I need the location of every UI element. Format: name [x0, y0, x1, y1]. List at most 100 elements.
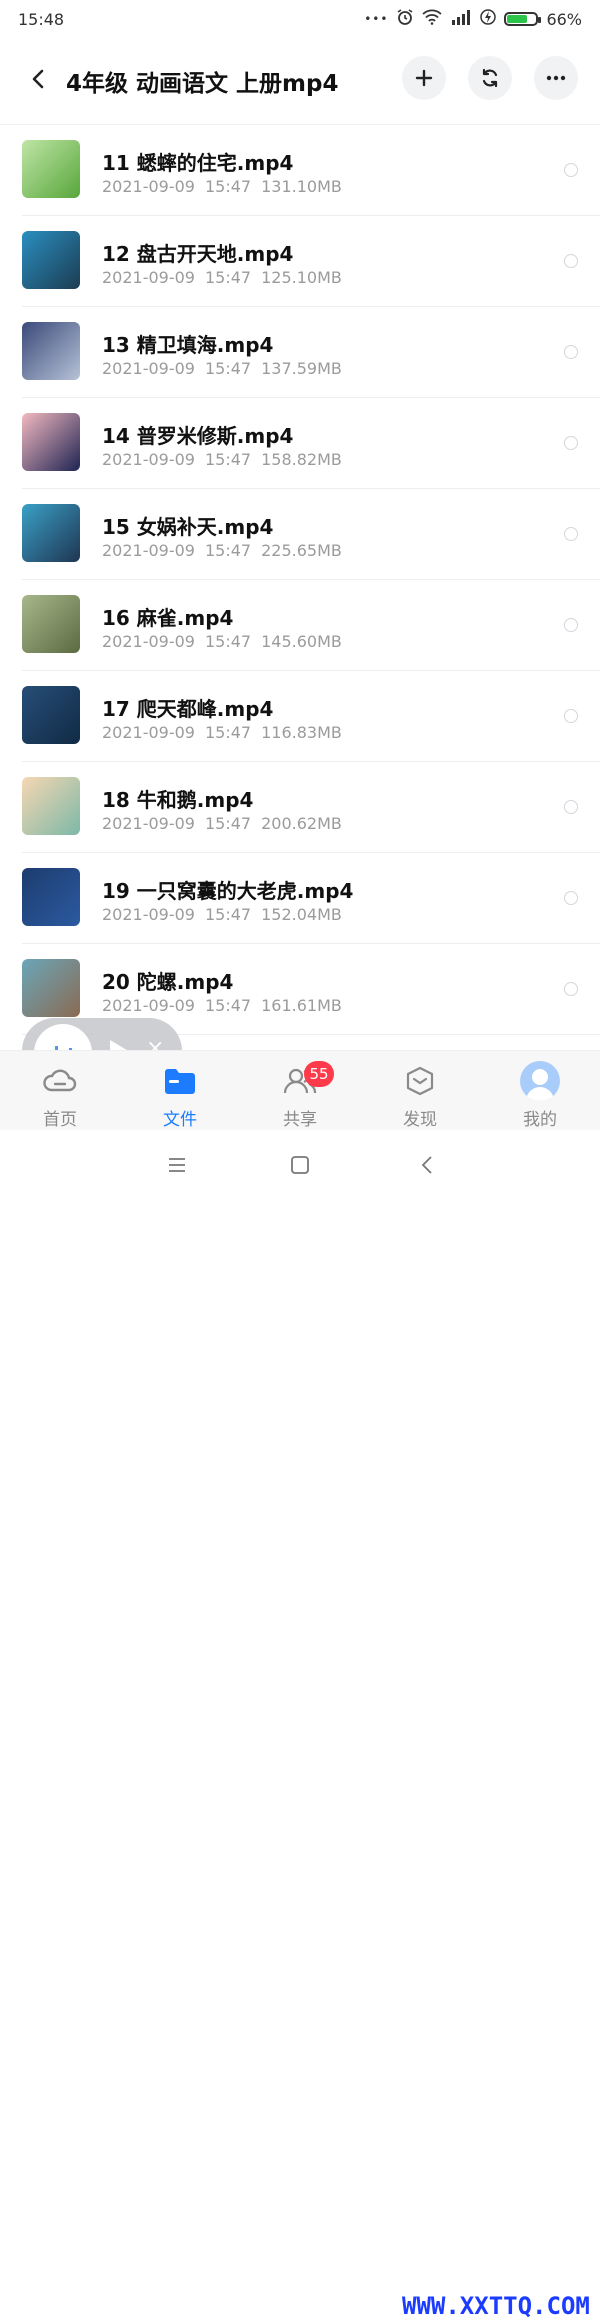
- tab-3[interactable]: 发现: [360, 1061, 480, 1130]
- file-name: 15 女娲补天.mp4: [102, 515, 274, 539]
- select-radio[interactable]: [564, 982, 578, 996]
- notification-badge: 55: [304, 1061, 334, 1087]
- people-icon: [240, 1061, 360, 1101]
- select-radio[interactable]: [564, 891, 578, 905]
- file-name: 12 盘古开天地.mp4: [102, 242, 294, 266]
- watermark-text: WWW.XXTTQ.COM: [402, 2292, 590, 2320]
- video-thumbnail: [22, 504, 80, 562]
- refresh-button[interactable]: [468, 56, 512, 100]
- home-square-icon[interactable]: [285, 1152, 315, 1178]
- tab-0[interactable]: 首页: [0, 1061, 120, 1130]
- more-dots-icon: [546, 75, 566, 81]
- page-title: 4年级 动画语文 上册mp4: [66, 71, 339, 97]
- file-name: 18 牛和鹅.mp4: [102, 788, 254, 812]
- file-name: 19 一只窝囊的大老虎.mp4: [102, 879, 354, 903]
- select-radio[interactable]: [564, 163, 578, 177]
- file-name: 16 麻雀.mp4: [102, 606, 234, 630]
- file-row[interactable]: 17 爬天都峰.mp4 2021-09-09 15:47 116.83MB: [0, 671, 600, 762]
- file-size: 161.61MB: [261, 996, 342, 1015]
- file-date: 2021-09-09: [102, 359, 195, 378]
- file-date: 2021-09-09: [102, 996, 195, 1015]
- file-size: 225.65MB: [261, 541, 342, 560]
- tab-1[interactable]: 文件: [120, 1061, 240, 1130]
- file-size: 152.04MB: [261, 905, 342, 924]
- file-row[interactable]: 12 盘古开天地.mp4 2021-09-09 15:47 125.10MB: [0, 216, 600, 307]
- file-row[interactable]: 19 一只窝囊的大老虎.mp4 2021-09-09 15:47 152.04MB: [0, 853, 600, 944]
- select-radio[interactable]: [564, 345, 578, 359]
- file-name: 14 普罗米修斯.mp4: [102, 424, 294, 448]
- folder-icon: [120, 1061, 240, 1101]
- select-radio[interactable]: [564, 527, 578, 541]
- cube-icon: [360, 1061, 480, 1101]
- file-time: 15:47: [204, 632, 252, 651]
- nav-back-icon[interactable]: [412, 1152, 442, 1178]
- file-time: 15:47: [204, 905, 252, 924]
- back-button[interactable]: [22, 62, 56, 96]
- file-time: 15:47: [204, 814, 252, 833]
- tab-label: 文件: [163, 1110, 197, 1130]
- file-meta: 2021-09-09 15:47 152.04MB: [102, 905, 352, 924]
- file-meta: 2021-09-09 15:47 225.65MB: [102, 541, 352, 560]
- status-icons: ••• 66%: [364, 8, 582, 30]
- status-bar: 15:48 ••• 66%: [0, 0, 600, 38]
- select-radio[interactable]: [564, 709, 578, 723]
- file-row[interactable]: 11 蟋蟀的住宅.mp4 2021-09-09 15:47 131.10MB: [0, 125, 600, 216]
- file-name: 11 蟋蟀的住宅.mp4: [102, 151, 294, 175]
- file-meta: 2021-09-09 15:47 145.60MB: [102, 632, 352, 651]
- file-row[interactable]: 16 麻雀.mp4 2021-09-09 15:47 145.60MB: [0, 580, 600, 671]
- file-date: 2021-09-09: [102, 905, 195, 924]
- file-row[interactable]: 18 牛和鹅.mp4 2021-09-09 15:47 200.62MB: [0, 762, 600, 853]
- select-radio[interactable]: [564, 800, 578, 814]
- tab-label: 发现: [403, 1110, 437, 1130]
- file-row[interactable]: 14 普罗米修斯.mp4 2021-09-09 15:47 158.82MB: [0, 398, 600, 489]
- file-time: 15:47: [204, 723, 252, 742]
- wifi-icon: [422, 9, 443, 29]
- chevron-left-icon: [32, 69, 44, 89]
- plus-icon: [415, 69, 433, 87]
- file-date: 2021-09-09: [102, 450, 195, 469]
- menu-icon[interactable]: [162, 1152, 192, 1178]
- file-row[interactable]: 15 女娲补天.mp4 2021-09-09 15:47 225.65MB: [0, 489, 600, 580]
- cloud-icon: [0, 1061, 120, 1101]
- bottom-tab-bar: 首页 文件 共享 55 发现 我的: [0, 1050, 600, 1131]
- tab-label: 我的: [523, 1110, 557, 1130]
- tab-label: 共享: [283, 1110, 317, 1130]
- notification-dots: •••: [364, 12, 389, 26]
- add-button[interactable]: [402, 56, 446, 100]
- file-size: 125.10MB: [261, 268, 342, 287]
- file-size: 158.82MB: [261, 450, 342, 469]
- battery-text: 66%: [546, 9, 582, 29]
- avatar: [520, 1061, 560, 1101]
- file-date: 2021-09-09: [102, 177, 195, 196]
- file-meta: 2021-09-09 15:47 158.82MB: [102, 450, 352, 469]
- tab-2[interactable]: 共享 55: [240, 1061, 360, 1130]
- file-row[interactable]: 13 精卫填海.mp4 2021-09-09 15:47 137.59MB: [0, 307, 600, 398]
- file-name: 20 陀螺.mp4: [102, 970, 234, 994]
- file-name: 13 精卫填海.mp4: [102, 333, 274, 357]
- alarm-icon: [396, 8, 414, 30]
- select-radio[interactable]: [564, 618, 578, 632]
- select-radio[interactable]: [564, 254, 578, 268]
- file-meta: 2021-09-09 15:47 137.59MB: [102, 359, 352, 378]
- file-date: 2021-09-09: [102, 632, 195, 651]
- tab-4[interactable]: 我的: [480, 1061, 600, 1130]
- video-thumbnail: [22, 868, 80, 926]
- file-meta: 2021-09-09 15:47 131.10MB: [102, 177, 352, 196]
- file-meta: 2021-09-09 15:47 125.10MB: [102, 268, 352, 287]
- file-size: 116.83MB: [261, 723, 342, 742]
- battery-icon: [504, 12, 542, 26]
- video-thumbnail: [22, 231, 80, 289]
- file-meta: 2021-09-09 15:47 200.62MB: [102, 814, 352, 833]
- file-time: 15:47: [204, 177, 252, 196]
- file-size: 200.62MB: [261, 814, 342, 833]
- file-size: 145.60MB: [261, 632, 342, 651]
- file-date: 2021-09-09: [102, 723, 195, 742]
- avatar-icon: [480, 1061, 600, 1101]
- file-date: 2021-09-09: [102, 268, 195, 287]
- file-time: 15:47: [204, 268, 252, 287]
- file-meta: 2021-09-09 15:47 161.61MB: [102, 996, 352, 1015]
- select-radio[interactable]: [564, 436, 578, 450]
- more-button[interactable]: [534, 56, 578, 100]
- file-size: 137.59MB: [261, 359, 342, 378]
- file-date: 2021-09-09: [102, 541, 195, 560]
